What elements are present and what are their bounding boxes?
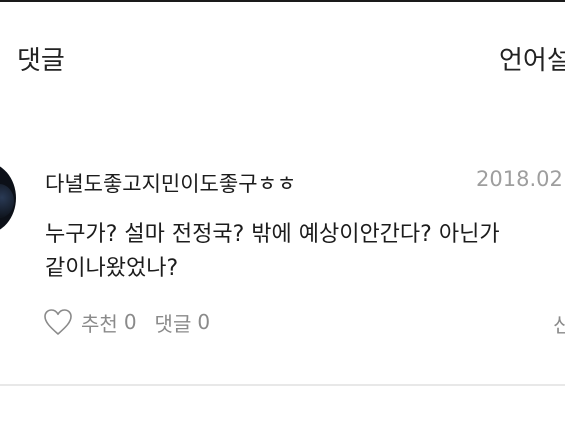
- reply-button[interactable]: 댓글: [155, 308, 192, 337]
- heart-outline-icon[interactable]: [43, 308, 73, 336]
- comments-screen: 댓글 언어설 다녈도좋고지민이도좋구ㅎㅎ 2018.02. 누구가? 설마 전정…: [0, 0, 565, 423]
- comment-date: 2018.02.: [476, 167, 565, 191]
- top-border: [0, 0, 565, 2]
- page-title: 댓글: [17, 46, 65, 76]
- language-settings-button[interactable]: 언어설: [499, 40, 565, 77]
- comment-text-line-2: 같이나왔었나?: [45, 256, 179, 281]
- avatar[interactable]: [0, 162, 16, 234]
- report-button[interactable]: 신: [553, 309, 565, 338]
- comment-username[interactable]: 다녈도좋고지민이도좋구ㅎㅎ: [45, 168, 296, 198]
- reply-count: 0: [197, 310, 211, 334]
- comment-text-line-1: 누구가? 설마 전정국? 밖에 예상이안간다? 아닌가: [45, 222, 500, 247]
- like-label[interactable]: 추천: [81, 308, 118, 337]
- comment-divider: [0, 384, 565, 386]
- like-count: 0: [123, 310, 137, 334]
- comment-actions: 추천 0 댓글 0: [43, 307, 210, 337]
